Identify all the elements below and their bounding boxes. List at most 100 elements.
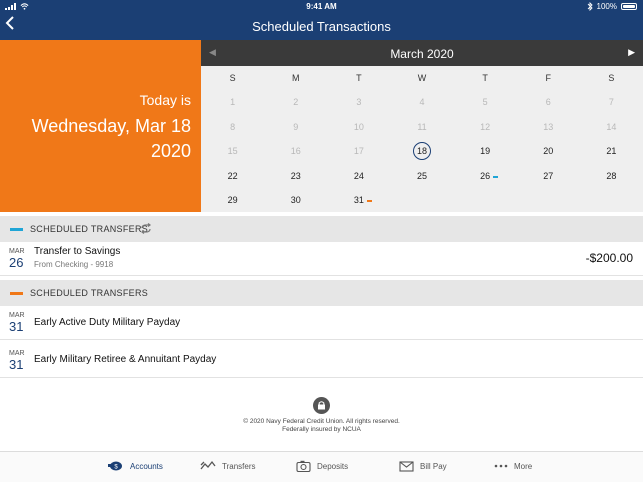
calendar-day-number: 26 (480, 170, 491, 181)
calendar-day[interactable]: 22 (201, 164, 264, 189)
calendar-month-label: March 2020 (390, 47, 454, 61)
calendar-header: ◀ March 2020 ▶ (201, 40, 643, 66)
calendar-day-number: 28 (606, 170, 617, 181)
status-bar: 9:41 AM 100% (0, 0, 643, 13)
payday-row[interactable]: MAR 31 Early Active Duty Military Payday (0, 306, 643, 340)
calendar-day-number: 14 (606, 121, 617, 132)
navigation-bar: 9:41 AM 100% Scheduled Transactions (0, 0, 643, 40)
calendar-day[interactable]: 20 (517, 139, 580, 164)
calendar-day-number: 23 (290, 170, 301, 181)
calendar-day[interactable]: 29 (201, 188, 264, 213)
weekday-header: M (291, 73, 300, 83)
calendar-day[interactable]: 15 (201, 139, 264, 164)
tab-accounts[interactable]: $ Accounts (108, 460, 163, 472)
piggy-bank-icon: $ (108, 461, 122, 471)
calendar-day-number: 5 (482, 97, 488, 107)
transaction-name: Transfer to Savings (34, 246, 121, 257)
weekday-header: S (608, 73, 615, 83)
payday-name: Early Active Duty Military Payday (34, 317, 181, 328)
transaction-month: MAR (9, 248, 25, 255)
tab-label: More (514, 461, 533, 471)
transaction-day: 26 (9, 255, 24, 270)
calendar-day[interactable]: 11 (390, 115, 453, 140)
calendar-day[interactable]: 16 (264, 139, 327, 164)
tab-more[interactable]: More (494, 460, 532, 472)
calendar-day-number: 30 (290, 195, 301, 205)
more-dots-icon (494, 464, 508, 468)
calendar-day-number: 24 (353, 170, 364, 181)
calendar-day[interactable]: 28 (580, 164, 643, 189)
calendar-day-number: 7 (608, 97, 614, 107)
calendar-day-number: 27 (543, 170, 554, 181)
calendar-day[interactable]: 31 (327, 188, 390, 213)
status-right: 100% (587, 2, 637, 11)
transaction-source: From Checking - 9918 (34, 260, 114, 269)
calendar-day[interactable]: 13 (517, 115, 580, 140)
calendar-day[interactable]: 25 (390, 164, 453, 189)
section-color-dash (10, 228, 23, 231)
insurance-text: Federally insured by NCUA (282, 426, 361, 433)
calendar-day[interactable]: 26 (454, 164, 517, 189)
calendar-day[interactable]: 9 (264, 115, 327, 140)
calendar-day-number: 31 (353, 195, 364, 205)
recurring-transfer-icon (141, 223, 151, 234)
calendar-day[interactable]: 23 (264, 164, 327, 189)
calendar-day[interactable]: 5 (454, 90, 517, 115)
calendar-day[interactable]: 3 (327, 90, 390, 115)
calendar-day-today[interactable]: 18 (390, 139, 453, 164)
calendar-day-number: 8 (230, 121, 236, 132)
transaction-row[interactable]: MAR 26 Transfer to Savings From Checking… (0, 242, 643, 276)
calendar-day-number: 22 (227, 170, 238, 181)
calendar-day[interactable]: 2 (264, 90, 327, 115)
calendar-day[interactable]: 7 (580, 90, 643, 115)
section-header-transfers: SCHEDULED TRANSFERS (0, 216, 643, 242)
calendar-day-number: 17 (353, 146, 364, 156)
today-date: Wednesday, Mar 18 (31, 116, 191, 136)
payday-row[interactable]: MAR 31 Early Military Retiree & Annuitan… (0, 341, 643, 378)
calendar-day[interactable]: 1 (201, 90, 264, 115)
calendar-day[interactable]: 10 (327, 115, 390, 140)
calendar-day-number: 6 (545, 97, 551, 107)
calendar-day[interactable]: 21 (580, 139, 643, 164)
camera-icon (296, 460, 311, 472)
tab-transfers[interactable]: Transfers (200, 460, 256, 472)
weekday-header: T (356, 73, 362, 83)
calendar-day-number: 18 (412, 142, 431, 160)
calendar-day[interactable]: 30 (264, 188, 327, 213)
calendar-day-number: 1 (230, 97, 236, 107)
calendar-day-number: 11 (417, 121, 427, 132)
scheduled-transaction-marker (493, 175, 499, 178)
weekday-header: W (417, 73, 427, 83)
envelope-icon (399, 461, 414, 472)
section-label: SCHEDULED TRANSFERS (30, 288, 149, 298)
tab-bill-pay[interactable]: Bill Pay (399, 460, 447, 472)
calendar-day[interactable]: 4 (390, 90, 453, 115)
today-year: 2020 (150, 141, 191, 161)
payday-name: Early Military Retiree & Annuitant Payda… (34, 354, 217, 365)
calendar-day[interactable]: 24 (327, 164, 390, 189)
weekday-header: T (482, 73, 488, 83)
calendar-day[interactable]: 14 (580, 115, 643, 140)
tab-label: Accounts (130, 461, 163, 471)
calendar-day[interactable]: 6 (517, 90, 580, 115)
calendar-day-number: 9 (293, 121, 299, 132)
calendar-day-number: 29 (227, 195, 238, 205)
calendar-day-number: 15 (227, 146, 238, 156)
payday-month: MAR (9, 350, 25, 357)
calendar-day-number: 2 (293, 97, 299, 107)
transaction-amount: -$200.00 (585, 251, 633, 265)
calendar-day[interactable]: 19 (454, 139, 517, 164)
next-month-button[interactable]: ▶ (628, 47, 635, 58)
calendar-day[interactable]: 8 (201, 115, 264, 140)
battery-icon (621, 3, 637, 10)
tab-deposits[interactable]: Deposits (296, 460, 348, 472)
calendar-day[interactable]: 12 (454, 115, 517, 140)
calendar-day[interactable]: 17 (327, 139, 390, 164)
copyright-text: © 2020 Navy Federal Credit Union. All ri… (243, 418, 400, 425)
calendar-day[interactable]: 27 (517, 164, 580, 189)
battery-percent: 100% (596, 2, 617, 11)
calendar-day-number: 16 (290, 146, 301, 156)
bluetooth-icon (587, 2, 593, 11)
calendar-day-number: 13 (543, 121, 554, 132)
tab-bar: $ Accounts Transfers Deposits Bill Pay M… (0, 451, 643, 482)
